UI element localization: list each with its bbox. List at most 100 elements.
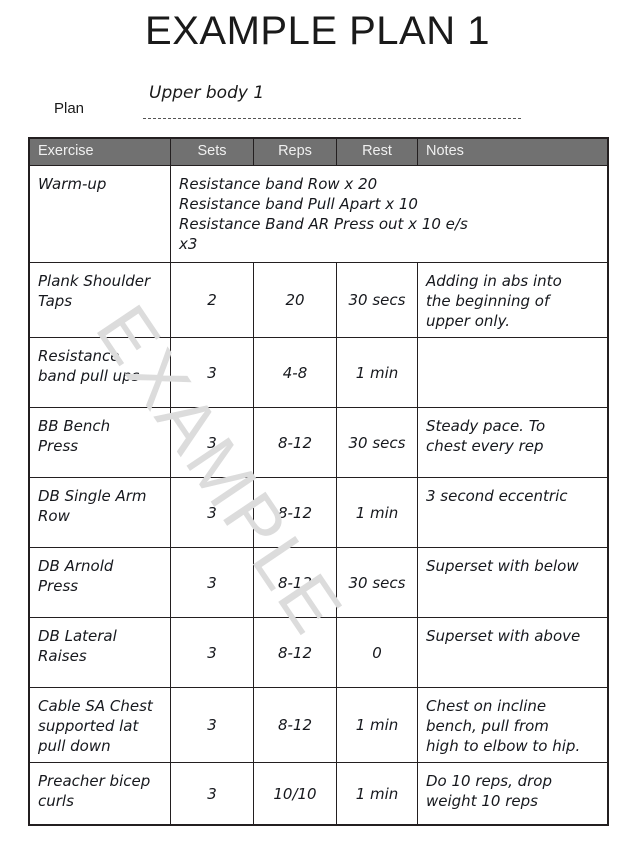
column-header-reps[interactable]: Reps [253, 138, 337, 166]
table-row: Resistance band pull ups 3 4-8 1 min [29, 337, 608, 408]
cell-reps[interactable]: 4-8 [253, 337, 337, 408]
cell-reps[interactable]: 8-12 [253, 547, 337, 618]
exercise-text-line: curls [38, 792, 74, 810]
cell-reps[interactable]: 10/10 [253, 762, 337, 825]
exercise-text-line: pull down [38, 737, 111, 755]
exercise-text-line: Cable SA Chest [38, 697, 153, 715]
exercise-text-line: supported lat [38, 717, 139, 735]
cell-reps[interactable]: 8-12 [253, 477, 337, 548]
note-text-line: upper only. [426, 312, 511, 330]
cell-exercise[interactable]: Cable SA Chest supported lat pull down [29, 687, 171, 763]
cell-sets[interactable]: 3 [170, 547, 254, 618]
cell-notes[interactable] [417, 337, 608, 408]
column-header-rest[interactable]: Rest [336, 138, 418, 166]
cell-notes[interactable]: Adding in abs into the beginning of upper … [417, 262, 608, 338]
cell-reps[interactable]: 8-12 [253, 617, 337, 688]
plan-field: Plan Upper body 1 [29, 80, 589, 125]
exercise-text-line: Raises [38, 647, 87, 665]
exercise-text-line: Row [38, 507, 70, 525]
note-text-line: the beginning of [426, 292, 550, 310]
note-text-line: Superset with above [426, 627, 581, 645]
note-text-line: Do 10 reps, drop [426, 772, 553, 790]
warmup-detail-line: Resistance band Pull Apart x 10 [179, 195, 418, 213]
exercise-text-line: Warm-up [38, 175, 107, 193]
cell-exercise[interactable]: Preacher bicep curls [29, 762, 171, 825]
exercise-text-line: Press [38, 577, 79, 595]
plan-underline [143, 118, 521, 119]
cell-rest[interactable]: 0 [336, 617, 418, 688]
cell-sets[interactable]: 3 [170, 617, 254, 688]
cell-exercise[interactable]: DB Arnold Press [29, 547, 171, 618]
cell-sets[interactable]: 3 [170, 407, 254, 478]
table-row: Plank Shoulder Taps 2 20 30 secs Adding in ab… [29, 262, 608, 338]
note-text-line: Superset with below [426, 557, 579, 575]
note-text-line: Steady pace. To [426, 417, 546, 435]
note-text-line: Adding in abs into [426, 272, 562, 290]
exercise-text-line: Press [38, 437, 79, 455]
cell-exercise[interactable]: Warm-up [29, 165, 171, 263]
cell-exercise[interactable]: DB Single Arm Row [29, 477, 171, 548]
exercise-text-line: Plank Shoulder [38, 272, 151, 290]
column-header-exercise[interactable]: Exercise [29, 138, 171, 166]
cell-rest[interactable]: 30 secs [336, 262, 418, 338]
exercise-text-line: BB Bench [38, 417, 111, 435]
cell-exercise[interactable]: BB Bench Press [29, 407, 171, 478]
exercise-text-line: DB Arnold [38, 557, 114, 575]
cell-notes[interactable]: 3 second eccentric [417, 477, 608, 548]
table-header: Exercise Sets Reps Rest Notes [29, 138, 608, 166]
cell-notes[interactable]: Do 10 reps, drop weight 10 reps [417, 762, 608, 825]
cell-rest[interactable]: 1 min [336, 687, 418, 763]
cell-reps[interactable]: 8-12 [253, 407, 337, 478]
warmup-detail-line: Resistance band Row x 20 [179, 175, 378, 193]
exercise-text-line: Preacher bicep [38, 772, 151, 790]
cell-reps[interactable]: 20 [253, 262, 337, 338]
cell-rest[interactable]: 30 secs [336, 407, 418, 478]
warmup-detail-line: Resistance Band AR Press out x 10 e/s [179, 215, 468, 233]
exercise-table: Exercise Sets Reps Rest Notes Warm-up Res… [28, 137, 609, 826]
cell-reps[interactable]: 8-12 [253, 687, 337, 763]
exercise-text-line: DB Lateral [38, 627, 117, 645]
page-title: EXAMPLE PLAN 1 [145, 9, 490, 53]
exercise-text-line: band pull ups [38, 367, 140, 385]
cell-exercise[interactable]: DB Lateral Raises [29, 617, 171, 688]
table-body: Warm-up Resistance band Row x 20 Resistanc… [29, 165, 608, 825]
warmup-detail-line: x3 [179, 235, 198, 253]
cell-warmup-details[interactable]: Resistance band Row x 20 Resistance band … [170, 165, 608, 263]
workout-plan-page: EXAMPLE PLAN 1 Plan Upper body 1 EXAMPLE… [0, 0, 635, 842]
note-text-line: bench, pull from [426, 717, 549, 735]
exercise-text-line: Resistance [38, 347, 120, 365]
table-row: DB Arnold Press 3 8-12 30 secs Superset with … [29, 547, 608, 618]
note-text-line: high to elbow to hip. [426, 737, 581, 755]
note-text-line: Chest on incline [426, 697, 547, 715]
exercise-table-container: Exercise Sets Reps Rest Notes Warm-up Res… [28, 137, 609, 826]
table-row: DB Lateral Raises 3 8-12 0 Superset with abov… [29, 617, 608, 688]
cell-exercise[interactable]: Plank Shoulder Taps [29, 262, 171, 338]
exercise-text-line: DB Single Arm [38, 487, 147, 505]
cell-sets[interactable]: 3 [170, 762, 254, 825]
cell-notes[interactable]: Superset with below [417, 547, 608, 618]
cell-notes[interactable]: Superset with above [417, 617, 608, 688]
cell-sets[interactable]: 3 [170, 337, 254, 408]
cell-rest[interactable]: 1 min [336, 337, 418, 408]
plan-value[interactable]: Upper body 1 [149, 82, 264, 104]
cell-sets[interactable]: 3 [170, 477, 254, 548]
exercise-text-line: Taps [38, 292, 73, 310]
cell-notes[interactable]: Steady pace. To chest every rep [417, 407, 608, 478]
table-row: Preacher bicep curls 3 10/10 1 min Do 10 reps… [29, 762, 608, 825]
cell-exercise[interactable]: Resistance band pull ups [29, 337, 171, 408]
cell-sets[interactable]: 3 [170, 687, 254, 763]
note-text-line: 3 second eccentric [426, 487, 568, 505]
note-text-line: chest every rep [426, 437, 544, 455]
cell-rest[interactable]: 30 secs [336, 547, 418, 618]
table-row: Cable SA Chest supported lat pull down 3 8-1… [29, 687, 608, 763]
cell-rest[interactable]: 1 min [336, 477, 418, 548]
table-row: DB Single Arm Row 3 8-12 1 min 3 second eccen… [29, 477, 608, 548]
cell-notes[interactable]: Chest on incline bench, pull from high to … [417, 687, 608, 763]
column-header-sets[interactable]: Sets [170, 138, 254, 166]
cell-rest[interactable]: 1 min [336, 762, 418, 825]
column-header-notes[interactable]: Notes [417, 138, 608, 166]
plan-label: Plan [54, 100, 85, 117]
table-row: Warm-up Resistance band Row x 20 Resistanc… [29, 165, 608, 263]
header-row: Exercise Sets Reps Rest Notes [29, 138, 608, 166]
cell-sets[interactable]: 2 [170, 262, 254, 338]
